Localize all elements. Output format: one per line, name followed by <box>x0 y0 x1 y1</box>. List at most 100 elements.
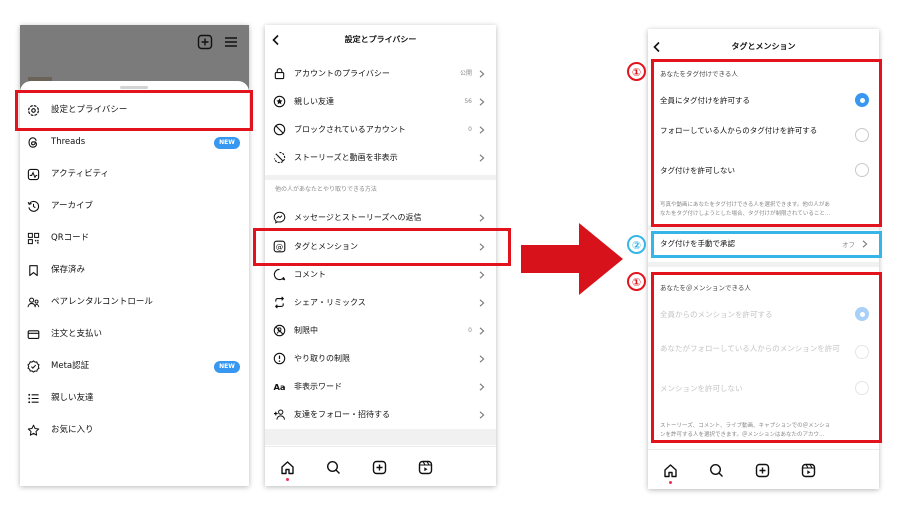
close-friends-list-icon <box>27 392 40 405</box>
settings-row-hidden-words[interactable]: Aa 非表示ワード <box>265 373 496 401</box>
comment-icon <box>273 268 286 281</box>
settings-row-value: 0 <box>468 126 472 133</box>
reels-icon[interactable] <box>801 463 816 478</box>
lock-icon <box>273 67 286 80</box>
page-title: タグとメンション <box>731 42 796 51</box>
section-divider <box>265 175 496 180</box>
settings-row-label: メッセージとストーリーズへの返信 <box>294 213 422 222</box>
messenger-icon <box>273 211 286 224</box>
restricted-icon <box>273 324 286 337</box>
search-icon[interactable] <box>709 463 724 478</box>
settings-row-label: アカウントのプライバシー <box>294 69 390 78</box>
settings-row-label: コメント <box>294 270 326 279</box>
section-divider <box>265 429 496 445</box>
home-active-dot <box>669 481 672 484</box>
menu-item-label: 保存済み <box>51 265 86 275</box>
search-icon[interactable] <box>326 460 341 475</box>
parental-control-icon <box>27 296 40 309</box>
highlight-tag-section <box>651 59 882 227</box>
reels-icon[interactable] <box>418 460 433 475</box>
settings-row-interaction-limits[interactable]: やり取りの制限 <box>265 345 496 373</box>
svg-text:Aa: Aa <box>273 382 285 392</box>
new-badge: NEW <box>214 137 240 149</box>
chevron-right-icon <box>479 355 485 363</box>
create-post-icon[interactable] <box>372 460 387 475</box>
settings-row-follow-invite[interactable]: 友達をフォロー・招待する <box>265 401 496 429</box>
menu-item-label: アーカイブ <box>51 201 93 211</box>
menu-item-saved[interactable]: 保存済み <box>20 255 249 287</box>
settings-row-value: 0 <box>468 327 472 334</box>
text-aa-icon: Aa <box>273 380 286 393</box>
menu-item-favorites[interactable]: お気に入り <box>20 415 249 447</box>
menu-item-archive[interactable]: アーカイブ <box>20 191 249 223</box>
qr-code-icon <box>27 232 40 245</box>
settings-row-label: 友達をフォロー・招待する <box>294 410 390 419</box>
create-post-icon[interactable] <box>755 463 770 478</box>
chevron-right-icon <box>479 70 485 78</box>
menu-hamburger-icon[interactable] <box>223 34 239 50</box>
settings-row-label: ストーリーズと動画を非表示 <box>294 153 398 162</box>
chevron-right-icon <box>479 411 485 419</box>
home-active-dot <box>286 478 289 481</box>
menu-item-activity[interactable]: アクティビティ <box>20 159 249 191</box>
star-icon <box>27 424 40 437</box>
menu-item-qr-code[interactable]: QRコード <box>20 223 249 255</box>
menu-item-label: QRコード <box>51 233 90 243</box>
settings-row-account-privacy[interactable]: アカウントのプライバシー 公開 <box>265 60 496 88</box>
new-badge: NEW <box>214 361 240 373</box>
chevron-right-icon <box>479 383 485 391</box>
highlight-settings <box>15 90 253 131</box>
flow-arrow-icon <box>521 223 623 295</box>
home-icon[interactable] <box>280 460 295 475</box>
settings-row-hide-story[interactable]: ストーリーズと動画を非表示 <box>265 144 496 172</box>
menu-item-label: 親しい友達 <box>51 393 94 403</box>
highlight-manual-approve <box>651 231 882 258</box>
chevron-right-icon <box>479 299 485 307</box>
home-icon[interactable] <box>663 463 678 478</box>
chevron-right-icon <box>479 98 485 106</box>
settings-row-label: 制限中 <box>294 326 318 335</box>
section-divider <box>648 262 879 267</box>
section-label: 他の人があなたとやり取りできる方法 <box>275 186 377 193</box>
menu-item-label: Meta認証 <box>51 361 90 371</box>
menu-item-label: 注文と支払い <box>51 329 103 339</box>
bookmark-icon <box>27 264 40 277</box>
menu-item-label: お気に入り <box>51 425 94 435</box>
archive-icon <box>27 200 40 213</box>
marker-2-approve: ② <box>627 235 646 254</box>
menu-item-threads[interactable]: Threads NEW <box>20 127 249 159</box>
card-icon <box>27 328 40 341</box>
star-circle-icon <box>273 95 286 108</box>
new-post-icon[interactable] <box>197 34 213 50</box>
settings-row-label: やり取りの制限 <box>294 354 350 363</box>
threads-icon <box>27 136 40 149</box>
verified-icon <box>27 360 40 373</box>
settings-row-share-remix[interactable]: シェア・リミックス <box>265 289 496 317</box>
limit-icon <box>273 352 286 365</box>
chevron-right-icon <box>479 214 485 222</box>
settings-row-value: 公開 <box>459 70 472 77</box>
remix-icon <box>273 296 286 309</box>
menu-item-orders-payments[interactable]: 注文と支払い <box>20 319 249 351</box>
menu-item-label: ペアレンタルコントロール <box>51 297 153 307</box>
settings-row-label: 非表示ワード <box>294 382 342 391</box>
settings-row-label: 親しい友達 <box>294 97 334 106</box>
menu-item-parental-control[interactable]: ペアレンタルコントロール <box>20 287 249 319</box>
chevron-right-icon <box>479 126 485 134</box>
bottom-nav <box>265 446 496 486</box>
settings-row-blocked[interactable]: ブロックされているアカウント 0 <box>265 116 496 138</box>
page-title: 設定とプライバシー <box>344 35 417 44</box>
menu-item-meta-verified[interactable]: Meta認証 NEW <box>20 351 249 383</box>
settings-row-restricted[interactable]: 制限中 0 <box>265 317 496 345</box>
menu-item-label: アクティビティ <box>51 169 110 179</box>
sheet-handle[interactable] <box>120 86 148 89</box>
add-person-icon <box>273 408 286 421</box>
menu-item-close-friends[interactable]: 親しい友達 <box>20 383 249 415</box>
settings-row-value: 56 <box>464 98 472 105</box>
activity-icon <box>27 168 40 181</box>
chevron-right-icon <box>479 154 485 162</box>
settings-row-label: シェア・リミックス <box>294 298 366 307</box>
chevron-right-icon <box>479 271 485 279</box>
menu-item-label: Threads <box>51 137 86 147</box>
settings-row-close-friends[interactable]: 親しい友達 56 <box>265 88 496 116</box>
